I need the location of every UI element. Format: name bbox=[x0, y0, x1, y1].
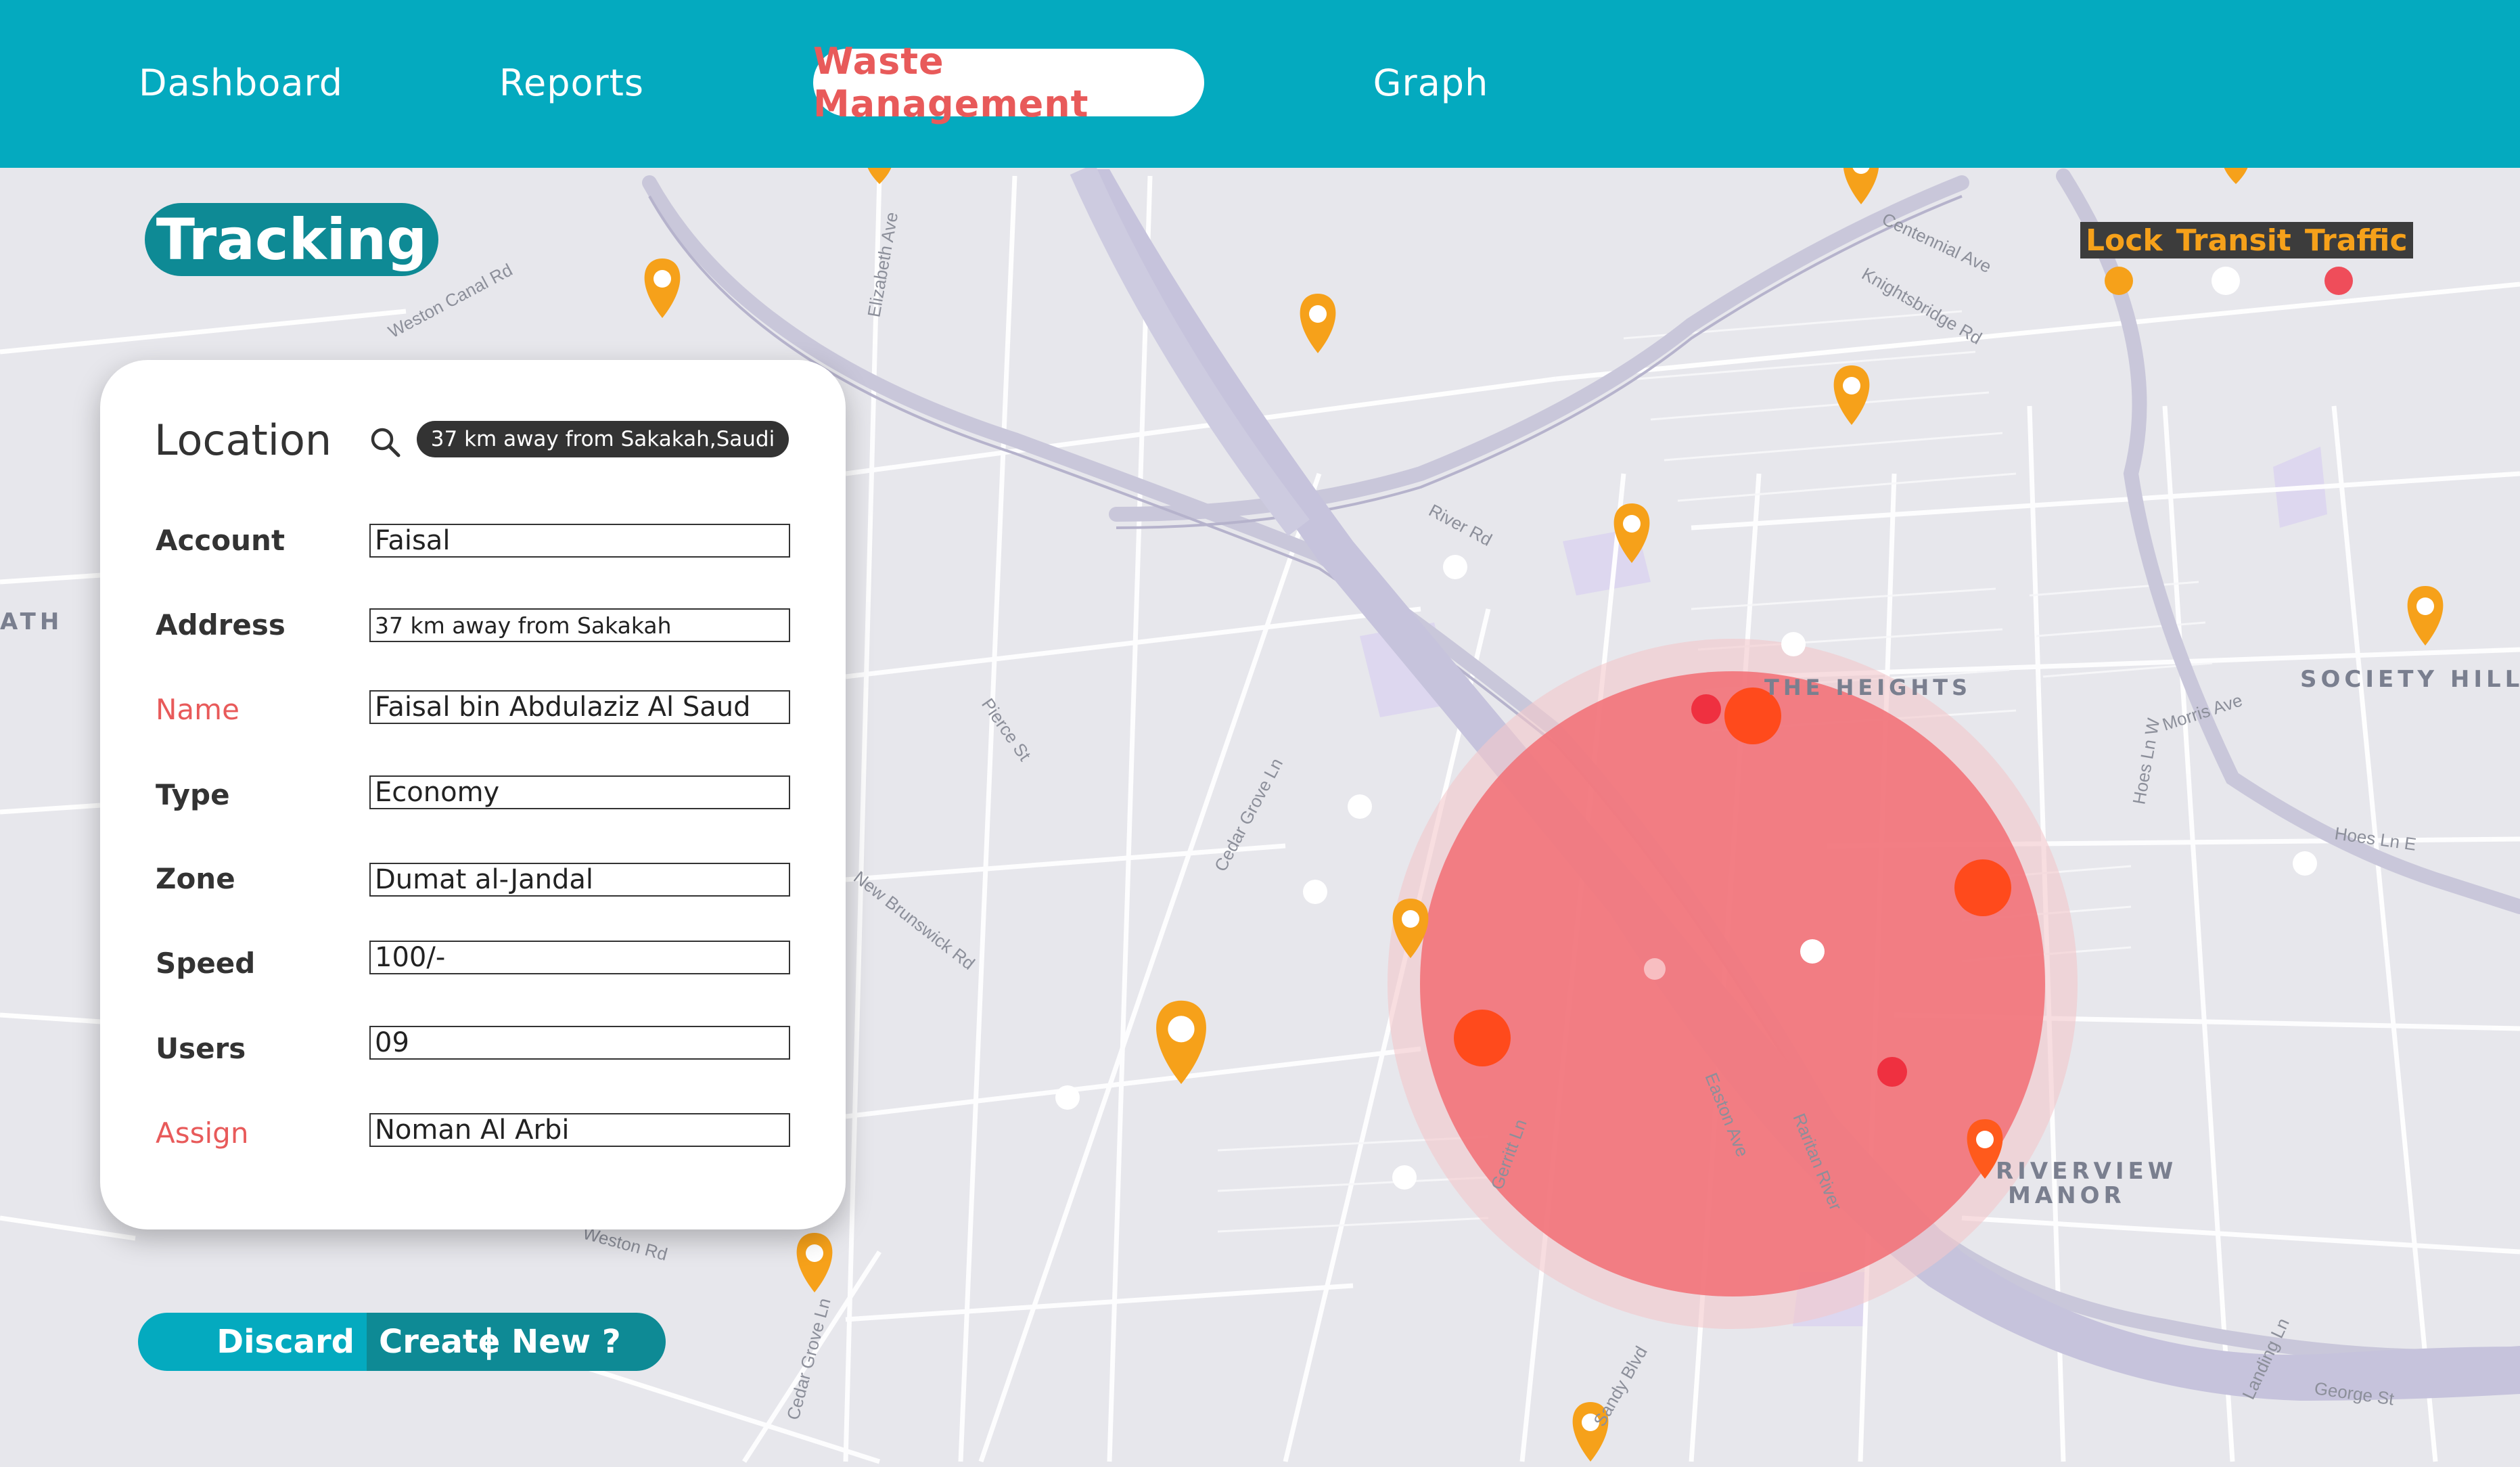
field-label-zone: Zone bbox=[156, 862, 235, 895]
hotspot-marker[interactable] bbox=[1691, 694, 1721, 724]
type-field[interactable]: Economy bbox=[369, 775, 790, 809]
nav-dashboard[interactable]: Dashboard bbox=[139, 49, 342, 116]
map-label-manor: MANOR bbox=[2008, 1182, 2126, 1209]
legend-label-transit: Transit bbox=[2176, 223, 2291, 258]
account-field[interactable]: Faisal bbox=[369, 524, 790, 558]
legend-label-lock: Lock bbox=[2086, 223, 2163, 258]
action-bar: Discard Create New ? | bbox=[138, 1313, 666, 1371]
legend-dot-traffic bbox=[2324, 267, 2353, 295]
location-search-value[interactable]: 37 km away from Sakakah,Saudi bbox=[417, 421, 789, 457]
assign-field[interactable]: Noman Al Arbi bbox=[369, 1113, 790, 1147]
hotspot-marker[interactable] bbox=[1954, 859, 2011, 916]
legend-dot-transit bbox=[2212, 267, 2240, 295]
address-field[interactable]: 37 km away from Sakakah bbox=[369, 608, 790, 642]
name-field[interactable]: Faisal bin Abdulaziz Al Saud bbox=[369, 690, 790, 724]
legend-label-traffic: Traffic bbox=[2304, 223, 2408, 258]
map-legend: Lock Transit Traffic bbox=[2080, 222, 2413, 258]
page-title: Tracking bbox=[145, 203, 438, 276]
field-label-address: Address bbox=[156, 608, 285, 641]
nav-graph[interactable]: Graph bbox=[1367, 49, 1495, 116]
tracking-zone[interactable] bbox=[1420, 671, 2045, 1296]
action-separator: | bbox=[483, 1322, 495, 1360]
map-label-riverview: RIVERVIEW bbox=[1996, 1158, 2177, 1185]
field-label-type: Type bbox=[156, 778, 230, 811]
discard-button[interactable]: Discard bbox=[138, 1313, 367, 1371]
map-label-society-hill: SOCIETY HILL bbox=[2300, 666, 2520, 693]
nav-reports[interactable]: Reports bbox=[494, 49, 649, 116]
field-label-speed: Speed bbox=[156, 947, 256, 980]
location-title: Location bbox=[154, 415, 332, 465]
map-label-the-heights: THE HEIGHTS bbox=[1764, 675, 1971, 700]
top-nav-bar: Dashboard Reports Waste Management Graph bbox=[0, 0, 2520, 168]
legend-dot-lock bbox=[2105, 267, 2133, 295]
users-field[interactable]: 09 bbox=[369, 1026, 790, 1060]
nav-waste-management[interactable]: Waste Management bbox=[813, 40, 1204, 125]
field-label-name: Name bbox=[156, 693, 239, 726]
location-card: Location 37 km away from Sakakah,Saudi A… bbox=[100, 360, 846, 1229]
hotspot-marker[interactable] bbox=[1877, 1057, 1907, 1087]
search-icon[interactable] bbox=[368, 425, 402, 459]
map-label-ath: ATH bbox=[0, 608, 63, 635]
field-label-users: Users bbox=[156, 1032, 246, 1065]
field-label-assign: Assign bbox=[156, 1116, 249, 1150]
field-label-account: Account bbox=[156, 524, 285, 557]
zone-field[interactable]: Dumat al-Jandal bbox=[369, 863, 790, 897]
speed-field[interactable]: 100/- bbox=[369, 941, 790, 974]
create-new-button[interactable]: Create New ? bbox=[367, 1313, 666, 1371]
hotspot-marker[interactable] bbox=[1454, 1010, 1511, 1066]
